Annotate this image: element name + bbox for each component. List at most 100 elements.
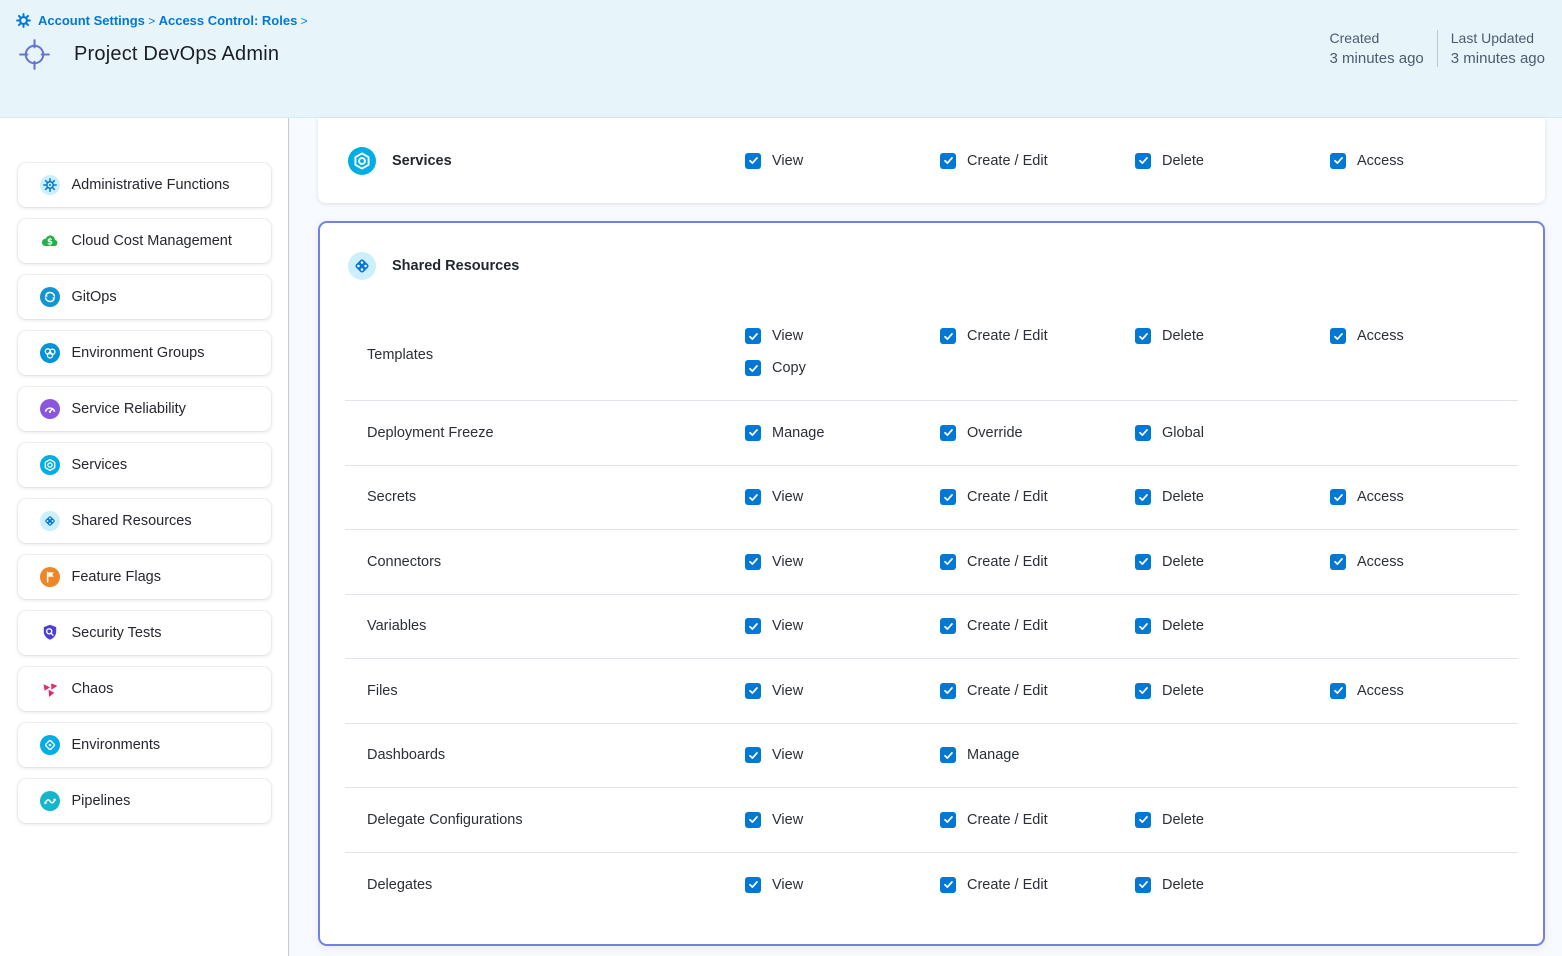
permission-view[interactable]: View	[745, 812, 803, 828]
permission-cell: Access	[1330, 309, 1518, 344]
permission-view[interactable]: View	[745, 554, 803, 570]
sidebar-item-service-reliability[interactable]: Service Reliability	[18, 387, 271, 431]
permission-cell: Delete	[1135, 309, 1330, 344]
permission-cell: View	[745, 489, 940, 505]
checkbox-checked-icon	[745, 489, 761, 505]
checkbox-checked-icon	[1135, 683, 1151, 699]
permission-label: Manage	[967, 747, 1019, 763]
checkbox-checked-icon	[1330, 328, 1346, 344]
permission-cell: Access	[1330, 489, 1518, 505]
permission-label: Delete	[1162, 153, 1204, 169]
permission-cell: View	[745, 683, 940, 699]
permission-manage[interactable]: Manage	[745, 425, 824, 441]
sidebar-item-cloud-cost-management[interactable]: $Cloud Cost Management	[18, 219, 271, 263]
sidebar-item-label: Chaos	[72, 681, 114, 697]
permission-delete[interactable]: Delete	[1135, 489, 1204, 505]
permission-row-connectors: ConnectorsViewCreate / EditDeleteAccess	[345, 530, 1518, 595]
created-info: Created 3 minutes ago	[1330, 30, 1437, 67]
checkbox-checked-icon	[745, 618, 761, 634]
permission-delete[interactable]: Delete	[1135, 153, 1204, 169]
permission-row-deployment-freeze: Deployment FreezeManageOverrideGlobal	[345, 401, 1518, 466]
permission-override[interactable]: Override	[940, 425, 1023, 441]
permission-view[interactable]: View	[745, 328, 803, 344]
sidebar-item-services[interactable]: Services	[18, 443, 271, 487]
permission-label: Delete	[1162, 489, 1204, 505]
permission-cell: Create / Edit	[940, 618, 1135, 634]
sidebar-item-label: Services	[72, 457, 128, 473]
sidebar-item-environment-groups[interactable]: Environment Groups	[18, 331, 271, 375]
permission-create-edit[interactable]: Create / Edit	[940, 683, 1048, 699]
chaos-icon	[40, 679, 60, 699]
pipelines-icon	[40, 791, 60, 811]
permission-cell: Create / Edit	[940, 683, 1135, 699]
permission-cell: View	[745, 618, 940, 634]
permission-row-secrets: Secrets View Create / Edit Delete Access	[345, 466, 1518, 531]
permission-access[interactable]: Access	[1330, 683, 1404, 699]
permission-label: Delete	[1162, 618, 1204, 634]
permission-global[interactable]: Global	[1135, 425, 1204, 441]
permission-create-edit[interactable]: Create / Edit	[940, 812, 1048, 828]
row-label: Variables	[345, 618, 745, 634]
permission-cell: Access	[1330, 153, 1525, 169]
sidebar-item-feature-flags[interactable]: Feature Flags	[18, 555, 271, 599]
row-label: Secrets	[345, 489, 745, 505]
permission-copy[interactable]: Copy	[745, 360, 806, 376]
permission-cell: Create / Edit	[940, 309, 1135, 344]
shared-resources-icon	[40, 511, 60, 531]
permission-delete[interactable]: Delete	[1135, 554, 1204, 570]
sidebar-item-shared-resources[interactable]: Shared Resources	[18, 499, 271, 543]
permission-cell: Manage	[745, 425, 940, 441]
checkbox-checked-icon	[1135, 425, 1151, 441]
sidebar-item-label: Environments	[72, 737, 161, 753]
checkbox-checked-icon	[940, 812, 956, 828]
sidebar-item-administrative-functions[interactable]: Administrative Functions	[18, 163, 271, 207]
created-label: Created	[1330, 30, 1424, 46]
permission-access[interactable]: Access	[1330, 153, 1404, 169]
permission-label: Access	[1357, 683, 1404, 699]
sidebar-item-environments[interactable]: Environments	[18, 723, 271, 767]
permission-access[interactable]: Access	[1330, 554, 1404, 570]
permission-label: Access	[1357, 153, 1404, 169]
permission-create-edit[interactable]: Create / Edit	[940, 554, 1048, 570]
sidebar-item-label: GitOps	[72, 289, 117, 305]
permission-view[interactable]: View	[745, 683, 803, 699]
permission-row-delegate-configurations: Delegate ConfigurationsViewCreate / Edit…	[345, 788, 1518, 853]
permission-label: View	[772, 489, 803, 505]
permission-view[interactable]: View	[745, 153, 803, 169]
permission-cell: Create / Edit	[940, 554, 1135, 570]
shared-resources-header: Shared Resources	[320, 223, 1543, 309]
cloud-cost-management-icon: $	[40, 231, 60, 251]
sidebar-item-gitops[interactable]: GitOps	[18, 275, 271, 319]
permission-view[interactable]: View	[745, 489, 803, 505]
checkbox-checked-icon	[940, 153, 956, 169]
permission-access[interactable]: Access	[1330, 328, 1404, 344]
sidebar-item-security-tests[interactable]: Security Tests	[18, 611, 271, 655]
permission-delete[interactable]: Delete	[1135, 618, 1204, 634]
permission-cell: Access	[1330, 683, 1518, 699]
permission-label: View	[772, 877, 803, 893]
permission-manage[interactable]: Manage	[940, 747, 1019, 763]
permission-view[interactable]: View	[745, 747, 803, 763]
sidebar-item-pipelines[interactable]: Pipelines	[18, 779, 271, 823]
permission-create-edit[interactable]: Create / Edit	[940, 877, 1048, 893]
permission-delete[interactable]: Delete	[1135, 812, 1204, 828]
permission-access[interactable]: Access	[1330, 489, 1404, 505]
breadcrumb-link-access-control-roles[interactable]: Access Control: Roles	[159, 13, 298, 28]
permission-label: View	[772, 153, 803, 169]
permission-create-edit[interactable]: Create / Edit	[940, 618, 1048, 634]
breadcrumb-link-account-settings[interactable]: Account Settings	[38, 13, 145, 28]
permission-create-edit[interactable]: Create / Edit	[940, 328, 1048, 344]
permission-view[interactable]: View	[745, 618, 803, 634]
permission-view[interactable]: View	[745, 877, 803, 893]
permission-delete[interactable]: Delete	[1135, 328, 1204, 344]
permission-create-edit[interactable]: Create / Edit	[940, 153, 1048, 169]
checkbox-checked-icon	[940, 489, 956, 505]
sidebar-item-label: Feature Flags	[72, 569, 161, 585]
sidebar-item-chaos[interactable]: Chaos	[18, 667, 271, 711]
permission-delete[interactable]: Delete	[1135, 877, 1204, 893]
checkbox-checked-icon	[1135, 328, 1151, 344]
sidebar-item-label: Security Tests	[72, 625, 162, 641]
checkbox-checked-icon	[745, 425, 761, 441]
permission-delete[interactable]: Delete	[1135, 683, 1204, 699]
permission-create-edit[interactable]: Create / Edit	[940, 489, 1048, 505]
